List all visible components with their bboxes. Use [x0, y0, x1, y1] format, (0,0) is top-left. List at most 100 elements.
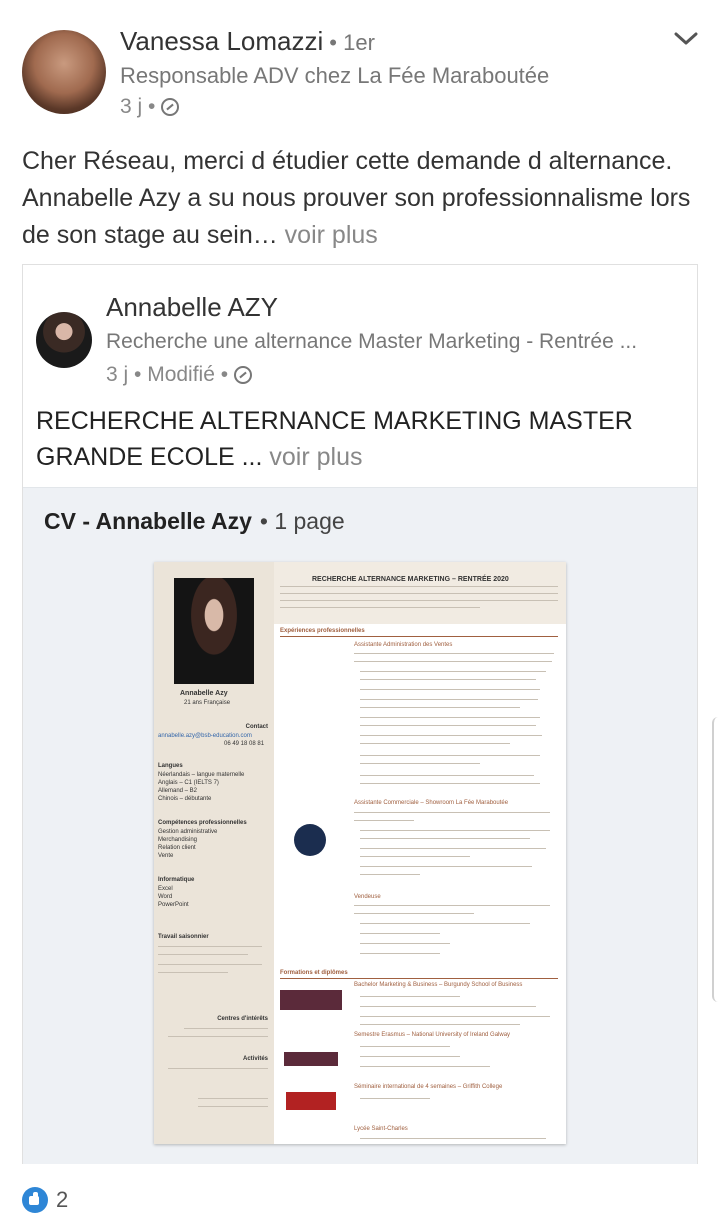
cv-travail-line: [158, 964, 262, 965]
cv-exp3-title: Vendeuse: [354, 894, 381, 900]
cv-section-rule: [280, 978, 558, 979]
cv-text-line: [360, 856, 470, 857]
author-headline: Responsable ADV chez La Fée Maraboutée: [120, 63, 550, 88]
cv-phone: 06 49 18 08 81: [224, 741, 265, 747]
cv-text-line: [354, 905, 550, 906]
cv-text-line: [360, 689, 540, 690]
cv-text-line: [360, 1056, 460, 1057]
cv-text-line: [360, 848, 546, 849]
cv-centres-line: [168, 1036, 268, 1037]
cv-intro-line: [280, 586, 558, 587]
cv-informatique: Excel: [158, 886, 173, 892]
shared-post-time: 3 j • Modifié •: [106, 363, 229, 386]
cv-competence: Relation client: [158, 845, 196, 851]
cv-travail-line: [158, 972, 228, 973]
like-icon[interactable]: [22, 1187, 48, 1213]
cv-email: annabelle.azy@bsb-education.com: [158, 733, 252, 739]
document-page-count: • 1 page: [259, 508, 345, 534]
scroll-handle[interactable]: [712, 717, 720, 1002]
cv-activites-line: [198, 1098, 268, 1099]
post-time: 3 j •: [120, 95, 156, 118]
cv-langue: Chinois – débutante: [158, 796, 212, 802]
cv-text-line: [360, 953, 440, 954]
cv-intro-line: [280, 600, 558, 601]
cv-text-line: [360, 1006, 536, 1007]
post-meta: 3 j •: [120, 95, 180, 119]
cv-travail-label: Travail saisonnier: [158, 934, 209, 940]
cv-activites-label: Activités: [242, 1056, 268, 1062]
author-name[interactable]: Vanessa Lomazzi: [120, 26, 323, 56]
cv-text-line: [360, 725, 536, 726]
cv-text-line: [360, 874, 420, 875]
cv-contact-label: Contact: [245, 724, 268, 730]
cv-text-line: [360, 933, 440, 934]
cv-text-line: [360, 783, 540, 784]
cv-travail-line: [158, 954, 248, 955]
cv-activites-line: [198, 1106, 268, 1107]
document-title[interactable]: CV - Annabelle Azy: [44, 508, 252, 534]
shared-author-name[interactable]: Annabelle AZY: [106, 292, 278, 323]
cv-text-line: [360, 1066, 490, 1067]
cv-langue: Néerlandais – langue maternelle: [158, 772, 245, 778]
cv-text-line: [360, 755, 540, 756]
connection-degree: • 1er: [329, 30, 375, 55]
cv-formations-label: Formations et diplômes: [280, 970, 348, 976]
cv-text-line: [360, 699, 538, 700]
cv-centres-label: Centres d'intérêts: [217, 1016, 268, 1022]
cv-centres-line: [184, 1028, 268, 1029]
cv-informatique-label: Informatique: [158, 877, 195, 883]
cv-section-rule: [280, 636, 558, 637]
cv-competences-label: Compétences professionnelles: [158, 820, 247, 826]
document-title-line[interactable]: CV - Annabelle Azy • 1 page: [44, 508, 345, 535]
cv-competence: Gestion administrative: [158, 829, 218, 835]
see-more-link[interactable]: voir plus: [278, 221, 378, 249]
cv-text-line: [360, 735, 542, 736]
cv-text-line: [360, 1138, 546, 1139]
cv-exp1-title: Assistante Administration des Ventes: [354, 642, 453, 648]
cv-text-line: [360, 671, 546, 672]
cv-informatique: Word: [158, 894, 173, 900]
shared-author-headline: Recherche une alternance Master Marketin…: [106, 330, 638, 353]
university-logo: [284, 1052, 338, 1066]
cv-informatique: PowerPoint: [158, 902, 189, 908]
cv-heading: RECHERCHE ALTERNANCE MARKETING – RENTRÉE…: [312, 576, 509, 583]
college-logo: [286, 1092, 336, 1110]
cv-text-line: [354, 812, 550, 813]
shared-post-text: RECHERCHE ALTERNANCE MARKETING MASTER GR…: [36, 403, 686, 475]
school-logo: [280, 990, 342, 1010]
cv-exp2-title: Assistante Commerciale – Showroom La Fée…: [354, 800, 509, 806]
cv-age: 21 ans Française: [184, 700, 231, 706]
cv-text-line: [360, 923, 530, 924]
cv-form3-title: Séminaire international de 4 semaines – …: [354, 1084, 503, 1090]
cv-text-line: [360, 775, 534, 776]
cv-document-page[interactable]: RECHERCHE ALTERNANCE MARKETING – RENTRÉE…: [154, 562, 566, 1144]
cv-form1-title: Bachelor Marketing & Business – Burgundy…: [354, 982, 523, 988]
cv-text-line: [360, 1098, 430, 1099]
globe-icon: [234, 366, 253, 384]
cv-text-line: [354, 653, 554, 654]
reaction-count[interactable]: 2: [56, 1187, 68, 1213]
cv-competence: Merchandising: [158, 837, 198, 843]
cv-text-line: [360, 1024, 520, 1025]
chevron-down-icon[interactable]: [674, 30, 698, 48]
cv-activites-line: [168, 1068, 268, 1069]
cv-experiences-label: Expériences professionnelles: [280, 628, 365, 634]
cv-text-line: [360, 717, 540, 718]
cv-langue: Anglais – C1 (IELTS 7): [158, 780, 219, 786]
cv-text-line: [354, 820, 414, 821]
cv-text-line: [354, 661, 552, 662]
cv-langues-label: Langues: [158, 763, 183, 769]
shared-see-more-link[interactable]: voir plus: [262, 443, 362, 471]
company-logo: [294, 824, 326, 856]
cv-form2-title: Semestre Erasmus – National University o…: [354, 1032, 511, 1038]
cv-text-line: [360, 679, 536, 680]
cv-text-line: [354, 913, 474, 914]
cv-intro-line: [280, 593, 558, 594]
shared-author-avatar[interactable]: [36, 312, 92, 368]
cv-text-line: [360, 743, 510, 744]
author-avatar[interactable]: [22, 30, 106, 114]
cv-name: Annabelle Azy: [180, 690, 228, 697]
cv-text-line: [360, 707, 520, 708]
author-name-line[interactable]: Vanessa Lomazzi • 1er: [120, 26, 375, 57]
cv-form4-title: Lycée Saint-Charles: [354, 1126, 408, 1132]
